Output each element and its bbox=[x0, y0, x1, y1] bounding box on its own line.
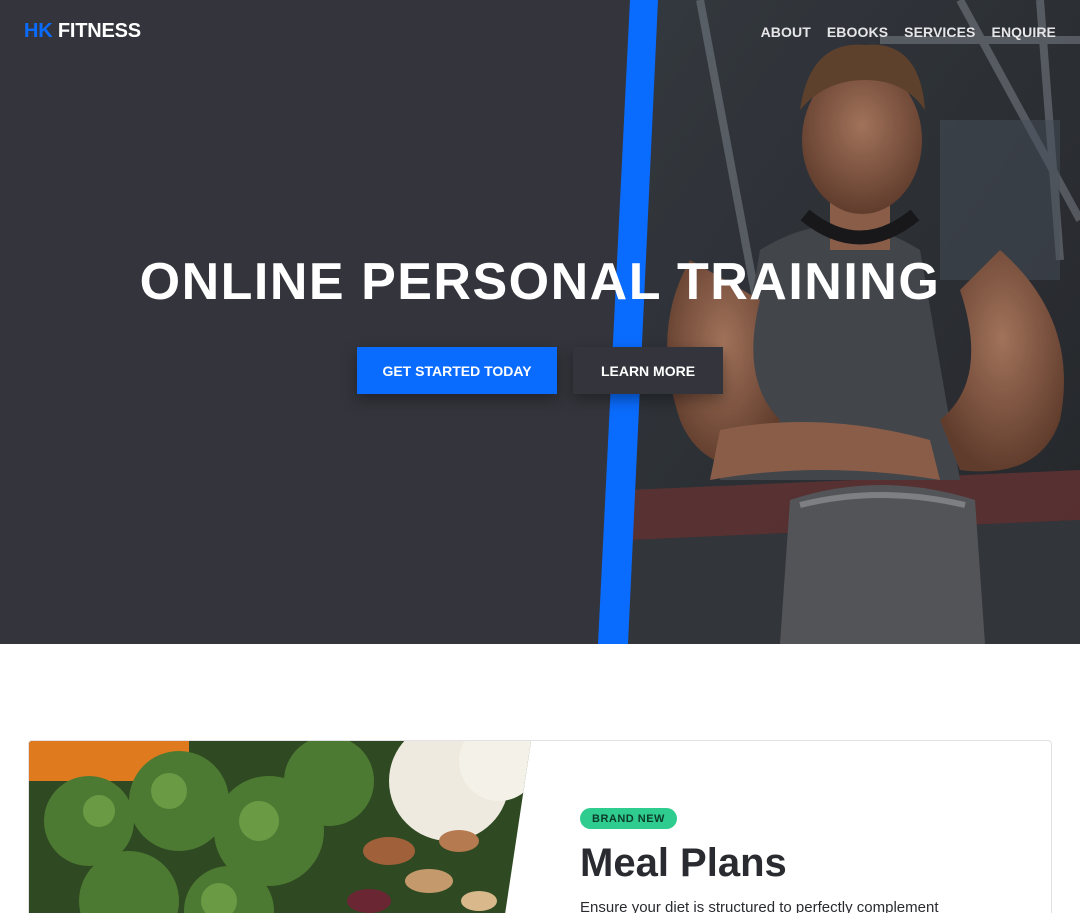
hero-athlete-photo bbox=[598, 0, 1080, 644]
hero-section: HK FITNESS ABOUT EBOOKS SERVICES ENQUIRE… bbox=[0, 0, 1080, 644]
nav-link-services[interactable]: SERVICES bbox=[904, 24, 975, 40]
get-started-button[interactable]: GET STARTED TODAY bbox=[357, 347, 557, 394]
brand-accent-text: HK bbox=[24, 20, 53, 42]
top-navbar: HK FITNESS ABOUT EBOOKS SERVICES ENQUIRE bbox=[0, 0, 1080, 64]
learn-more-button[interactable]: LEARN MORE bbox=[573, 347, 723, 394]
vegetables-photo bbox=[29, 741, 531, 913]
meal-plans-card: BRAND NEW Meal Plans Ensure your diet is… bbox=[28, 740, 1052, 913]
nav-link-enquire[interactable]: ENQUIRE bbox=[992, 24, 1057, 40]
hero-title: ONLINE PERSONAL TRAINING bbox=[139, 253, 941, 311]
nav-links: ABOUT EBOOKS SERVICES ENQUIRE bbox=[761, 24, 1056, 40]
nav-link-ebooks[interactable]: EBOOKS bbox=[827, 24, 888, 40]
nav-link-about[interactable]: ABOUT bbox=[761, 24, 811, 40]
card-description: Ensure your diet is structured to perfec… bbox=[580, 899, 939, 913]
brand-name-text: FITNESS bbox=[57, 20, 141, 42]
hero-actions: GET STARTED TODAY LEARN MORE bbox=[357, 347, 723, 394]
brand-logo[interactable]: HK FITNESS bbox=[24, 20, 141, 43]
card-title: Meal Plans bbox=[580, 841, 787, 885]
brand-new-badge: BRAND NEW bbox=[580, 808, 677, 829]
